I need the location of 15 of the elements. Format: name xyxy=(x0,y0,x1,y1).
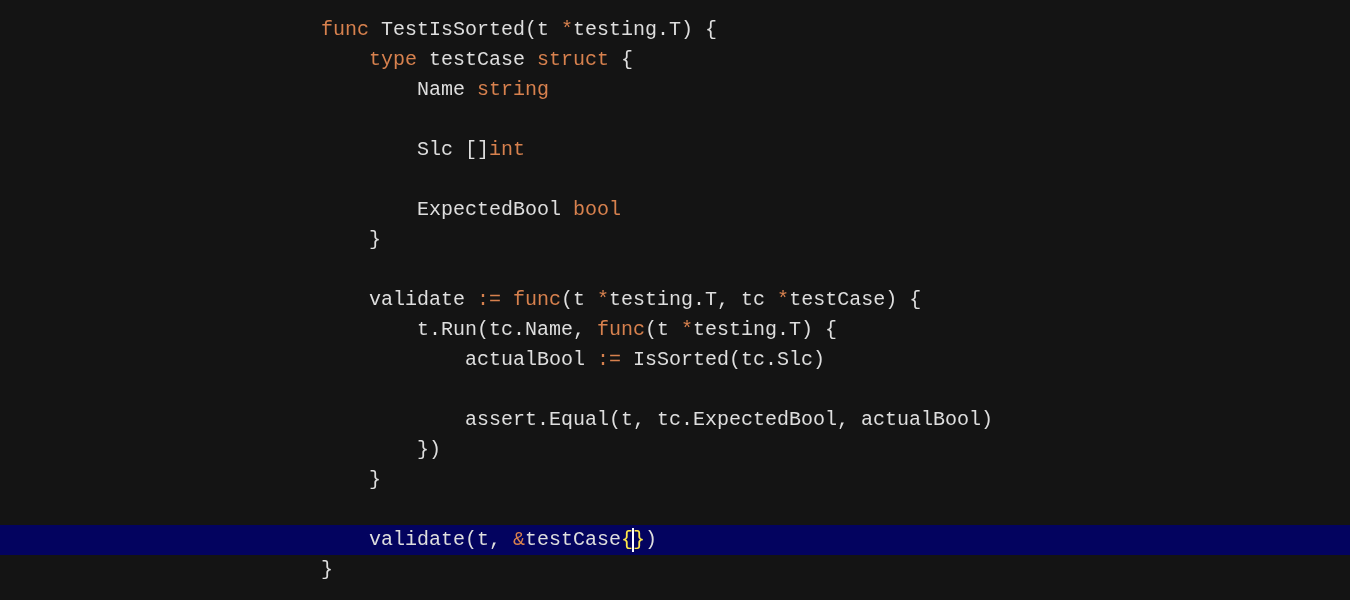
code-line: validate(t, &testCase{}) xyxy=(369,526,658,554)
code-line: } xyxy=(321,557,333,583)
code-line: actualBool := IsSorted(tc.Slc) xyxy=(465,347,826,373)
code-line: t.Run(tc.Name, func(t *testing.T) { xyxy=(417,317,838,343)
code-line: } xyxy=(369,467,381,493)
code-line: }) xyxy=(417,437,441,463)
code-line: assert.Equal(t, tc.ExpectedBool, actualBool) xyxy=(465,407,994,433)
code-line: } xyxy=(369,227,381,253)
code-line: func TestIsSorted(t *testing.T) { xyxy=(321,17,718,43)
code-line: validate := func(t *testing.T, tc *testCase) { xyxy=(369,287,922,313)
text-cursor xyxy=(632,527,635,552)
code-line: Slc []int xyxy=(417,137,526,163)
code-line: type testCase struct { xyxy=(369,47,634,73)
code-line: Name string xyxy=(417,77,550,103)
code-line: ExpectedBool bool xyxy=(417,197,622,223)
